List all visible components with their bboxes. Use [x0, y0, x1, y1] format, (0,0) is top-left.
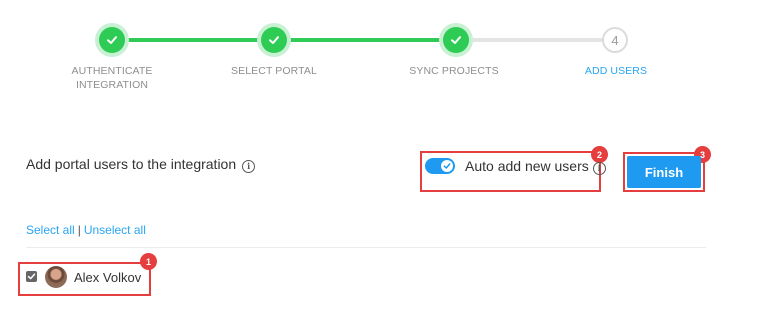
page-title-text: Add portal users to the integration: [26, 156, 237, 172]
divider: [26, 247, 706, 248]
step-4-number: 4: [611, 32, 619, 48]
toggle-knob: [441, 160, 453, 172]
step-2-indicator: [261, 27, 287, 53]
step-1-indicator: [99, 27, 125, 53]
avatar: [45, 266, 67, 288]
step-1-label: AUTHENTICATE INTEGRATION: [71, 65, 153, 91]
unselect-all-link[interactable]: Unselect all: [84, 223, 146, 237]
check-icon: [107, 36, 117, 44]
stepper-connector-2: [274, 38, 456, 42]
auto-add-label-text: Auto add new users: [465, 158, 589, 174]
integration-wizard: 4 AUTHENTICATE INTEGRATION SELECT PORTAL…: [0, 0, 771, 312]
finish-button[interactable]: Finish: [627, 156, 701, 188]
stepper-connector-1: [112, 38, 274, 42]
link-separator: |: [77, 223, 81, 237]
check-icon: [269, 36, 279, 44]
check-icon: [27, 273, 36, 280]
select-all-link[interactable]: Select all: [26, 223, 75, 237]
user-checkbox[interactable]: [26, 271, 37, 282]
info-icon[interactable]: i: [592, 161, 606, 175]
step-3-label: SYNC PROJECTS: [409, 65, 499, 77]
stepper-connector-3: [456, 38, 616, 42]
auto-add-toggle[interactable]: [425, 158, 455, 174]
info-icon[interactable]: i: [242, 159, 256, 173]
step-3-indicator: [443, 27, 469, 53]
user-name: Alex Volkov: [74, 270, 142, 285]
selection-links: Select all | Unselect all: [26, 223, 146, 237]
step-4-indicator: 4: [602, 27, 628, 53]
auto-add-label: Auto add new users i: [465, 158, 606, 175]
check-icon: [443, 163, 451, 169]
page-title: Add portal users to the integration i: [26, 156, 256, 173]
annotation-badge-1: 1: [140, 253, 157, 270]
step-4-label: ADD USERS: [584, 65, 648, 77]
check-icon: [451, 36, 461, 44]
step-2-label: SELECT PORTAL: [231, 65, 317, 77]
